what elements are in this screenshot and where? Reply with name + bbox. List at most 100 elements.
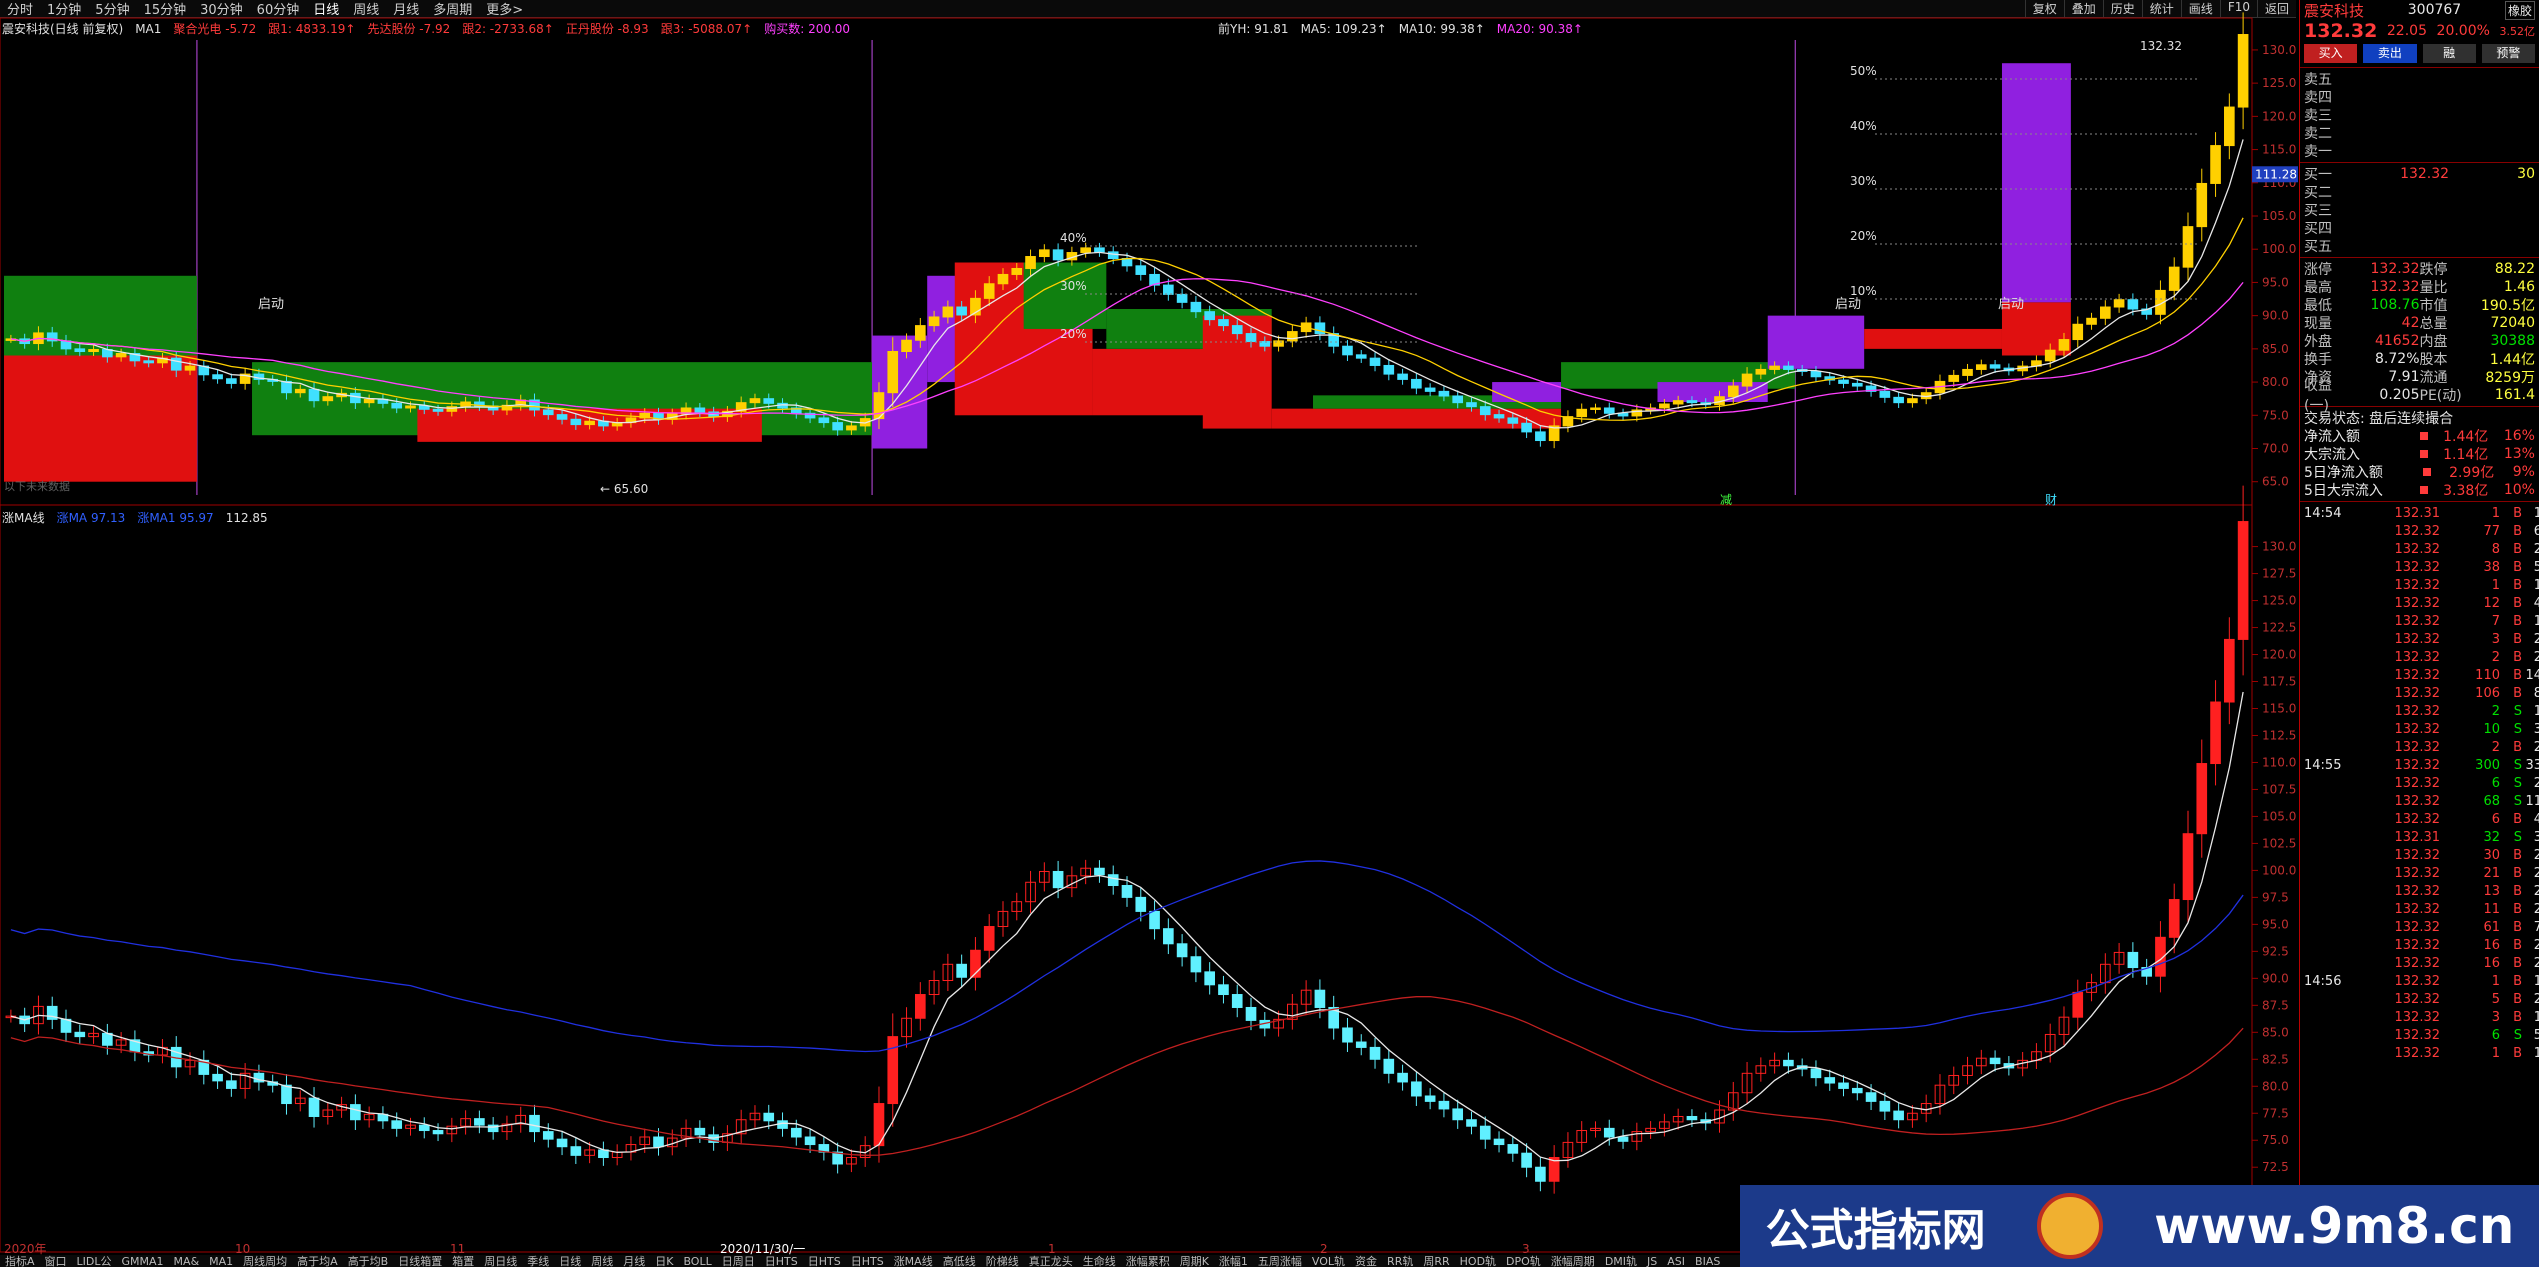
ask-row: 卖五: [2300, 70, 2539, 88]
indicator-tab[interactable]: 高于均A: [292, 1255, 343, 1267]
indicator-tab[interactable]: 资金: [1350, 1255, 1382, 1267]
indicator-tab[interactable]: ASI: [1662, 1255, 1690, 1267]
tick-row: 132.32 6 B 4: [2300, 810, 2539, 828]
trade-button[interactable]: 卖出: [2363, 44, 2417, 63]
future-data-note: 以下未来数据: [4, 479, 70, 493]
indicator-tab[interactable]: MA1: [204, 1255, 238, 1267]
trade-button[interactable]: 融: [2422, 44, 2476, 63]
indicator-tab[interactable]: DPO轨: [1501, 1255, 1546, 1267]
indicator-tab[interactable]: 涨幅周期: [1546, 1255, 1600, 1267]
tick-side: B: [2513, 505, 2522, 521]
indicator-tab[interactable]: 周期K: [1175, 1255, 1214, 1267]
indicator-tab[interactable]: 真正龙头: [1024, 1255, 1078, 1267]
sub-ytick-label: 95.0: [2262, 917, 2289, 931]
tick-row: 132.32 68 S 11: [2300, 792, 2539, 810]
flow-row: 大宗流入 1.14亿 13%: [2300, 445, 2539, 463]
indicator-tab[interactable]: 周日线: [479, 1255, 522, 1267]
indicator-tab[interactable]: 日K: [650, 1255, 678, 1267]
candle-body: [1452, 1108, 1464, 1121]
candle-body: [1369, 1046, 1381, 1060]
candle-body: [1879, 390, 1891, 398]
candle-body: [570, 1146, 582, 1156]
bid-volume: 30: [2517, 166, 2535, 182]
indicator-tab[interactable]: 高低线: [938, 1255, 981, 1267]
tick-row: 132.32 2 B 2: [2300, 738, 2539, 756]
indicator-tab[interactable]: HOD轨: [1455, 1255, 1501, 1267]
indicator-tab[interactable]: 高于均B: [343, 1255, 394, 1267]
candle-body: [1962, 368, 1973, 376]
indicator-tab[interactable]: BOLL: [678, 1255, 716, 1267]
candle-body: [2113, 299, 2125, 308]
tick-count: 3: [2533, 829, 2539, 845]
indicator-tab[interactable]: 窗口: [40, 1255, 72, 1267]
indicator-tab[interactable]: 涨MA线: [889, 1255, 938, 1267]
indicator-tab[interactable]: 周线周均: [238, 1255, 292, 1267]
tick-price: 132.32: [2394, 973, 2441, 989]
tick-row: 14:55 132.32 300 S 33: [2300, 756, 2539, 774]
indicator-tab[interactable]: 日周日: [717, 1255, 760, 1267]
tick-count: 1: [2533, 613, 2539, 629]
indicator-tab[interactable]: 五周涨幅: [1253, 1255, 1307, 1267]
tick-side: S: [2513, 829, 2522, 845]
indicator-tab[interactable]: 涨幅累积: [1121, 1255, 1175, 1267]
indicator-tab[interactable]: 周线: [586, 1255, 618, 1267]
flow-bar: [2419, 486, 2428, 494]
tick-side: S: [2513, 793, 2522, 809]
indicator-tab[interactable]: VOL轨: [1307, 1255, 1350, 1267]
trade-button[interactable]: 预警: [2481, 44, 2535, 63]
indicator-tab[interactable]: JS: [1642, 1255, 1662, 1267]
trade-button[interactable]: 买入: [2304, 44, 2358, 63]
indicator-tab[interactable]: 涨幅1: [1214, 1255, 1253, 1267]
indicator-tab[interactable]: 周RR: [1418, 1255, 1454, 1267]
sub-ytick-label: 75.0: [2262, 1133, 2289, 1147]
indicator-tab[interactable]: 日HTS: [803, 1255, 846, 1267]
tick-row: 132.32 3 B 2: [2300, 630, 2539, 648]
tick-side: B: [2513, 991, 2522, 1007]
quote-stats: 涨停 132.32 跌停 88.22 最高 132.32 量比 1.46 最低 108.76 市值 1…: [2300, 260, 2539, 414]
candle-body: [1535, 1166, 1546, 1182]
candle-body: [1838, 1082, 1849, 1089]
main-ytick-label: 75.0: [2262, 408, 2289, 422]
indicator-tab[interactable]: 指标A: [0, 1255, 40, 1267]
box-purple: [872, 335, 928, 449]
indicator-tab[interactable]: DMI轨: [1600, 1255, 1642, 1267]
indicator-tab[interactable]: RR轨: [1382, 1255, 1418, 1267]
tick-price: 132.32: [2394, 613, 2441, 629]
candle-body: [570, 418, 582, 426]
indicator-tab[interactable]: 生命线: [1078, 1255, 1121, 1267]
indicator-tab[interactable]: GMMA1: [117, 1255, 169, 1267]
indicator-tab[interactable]: 日线箱置: [393, 1255, 447, 1267]
tick-volume: 68: [2483, 793, 2500, 809]
tick-list[interactable]: 14:54 132.31 1 B 1 132.32 77 B 6 132.32 8 B 2 132.32 3…: [2300, 504, 2539, 1062]
tick-row: 132.32 61 B 7: [2300, 918, 2539, 936]
indicator-tab[interactable]: 日线: [554, 1255, 586, 1267]
sub-ytick-label: 107.5: [2262, 782, 2296, 796]
flow-pct: 16%: [2503, 428, 2535, 444]
tick-time: 14:56: [2304, 973, 2342, 989]
candle-body: [914, 994, 926, 1019]
indicator-tab[interactable]: BIAS: [1690, 1255, 1725, 1267]
indicator-tab[interactable]: 箱置: [447, 1255, 479, 1267]
tick-side: B: [2513, 541, 2522, 557]
stat-value: 8259万: [2485, 370, 2535, 386]
tick-side: B: [2513, 685, 2522, 701]
stock-tag[interactable]: 橡胶: [2504, 0, 2535, 20]
indicator-tab[interactable]: 月线: [618, 1255, 650, 1267]
tick-price: 132.31: [2394, 505, 2441, 521]
candle-body: [529, 1114, 540, 1133]
indicator-tab[interactable]: MA&: [169, 1255, 205, 1267]
indicator-tab[interactable]: 阶梯线: [981, 1255, 1024, 1267]
indicator-tab[interactable]: 季线: [522, 1255, 554, 1267]
candle-body: [1851, 1087, 1863, 1094]
kline-chart-area[interactable]: 130.0 125.0 120.0 115.0 110.0 105.0 100.0 95.0 9…: [0, 0, 2299, 1255]
candle-body: [1810, 370, 1822, 378]
sub-ytick-label: 97.5: [2262, 890, 2289, 904]
candle-body: [2182, 226, 2194, 268]
candle-body: [1383, 1058, 1395, 1074]
candle-body: [102, 1032, 113, 1046]
indicator-tab[interactable]: 日HTS: [760, 1255, 803, 1267]
box-purple: [2001, 63, 2071, 303]
indicator-tab[interactable]: 日HTS: [846, 1255, 889, 1267]
tick-side: B: [2513, 847, 2522, 863]
indicator-tab[interactable]: LIDL公: [72, 1255, 117, 1267]
